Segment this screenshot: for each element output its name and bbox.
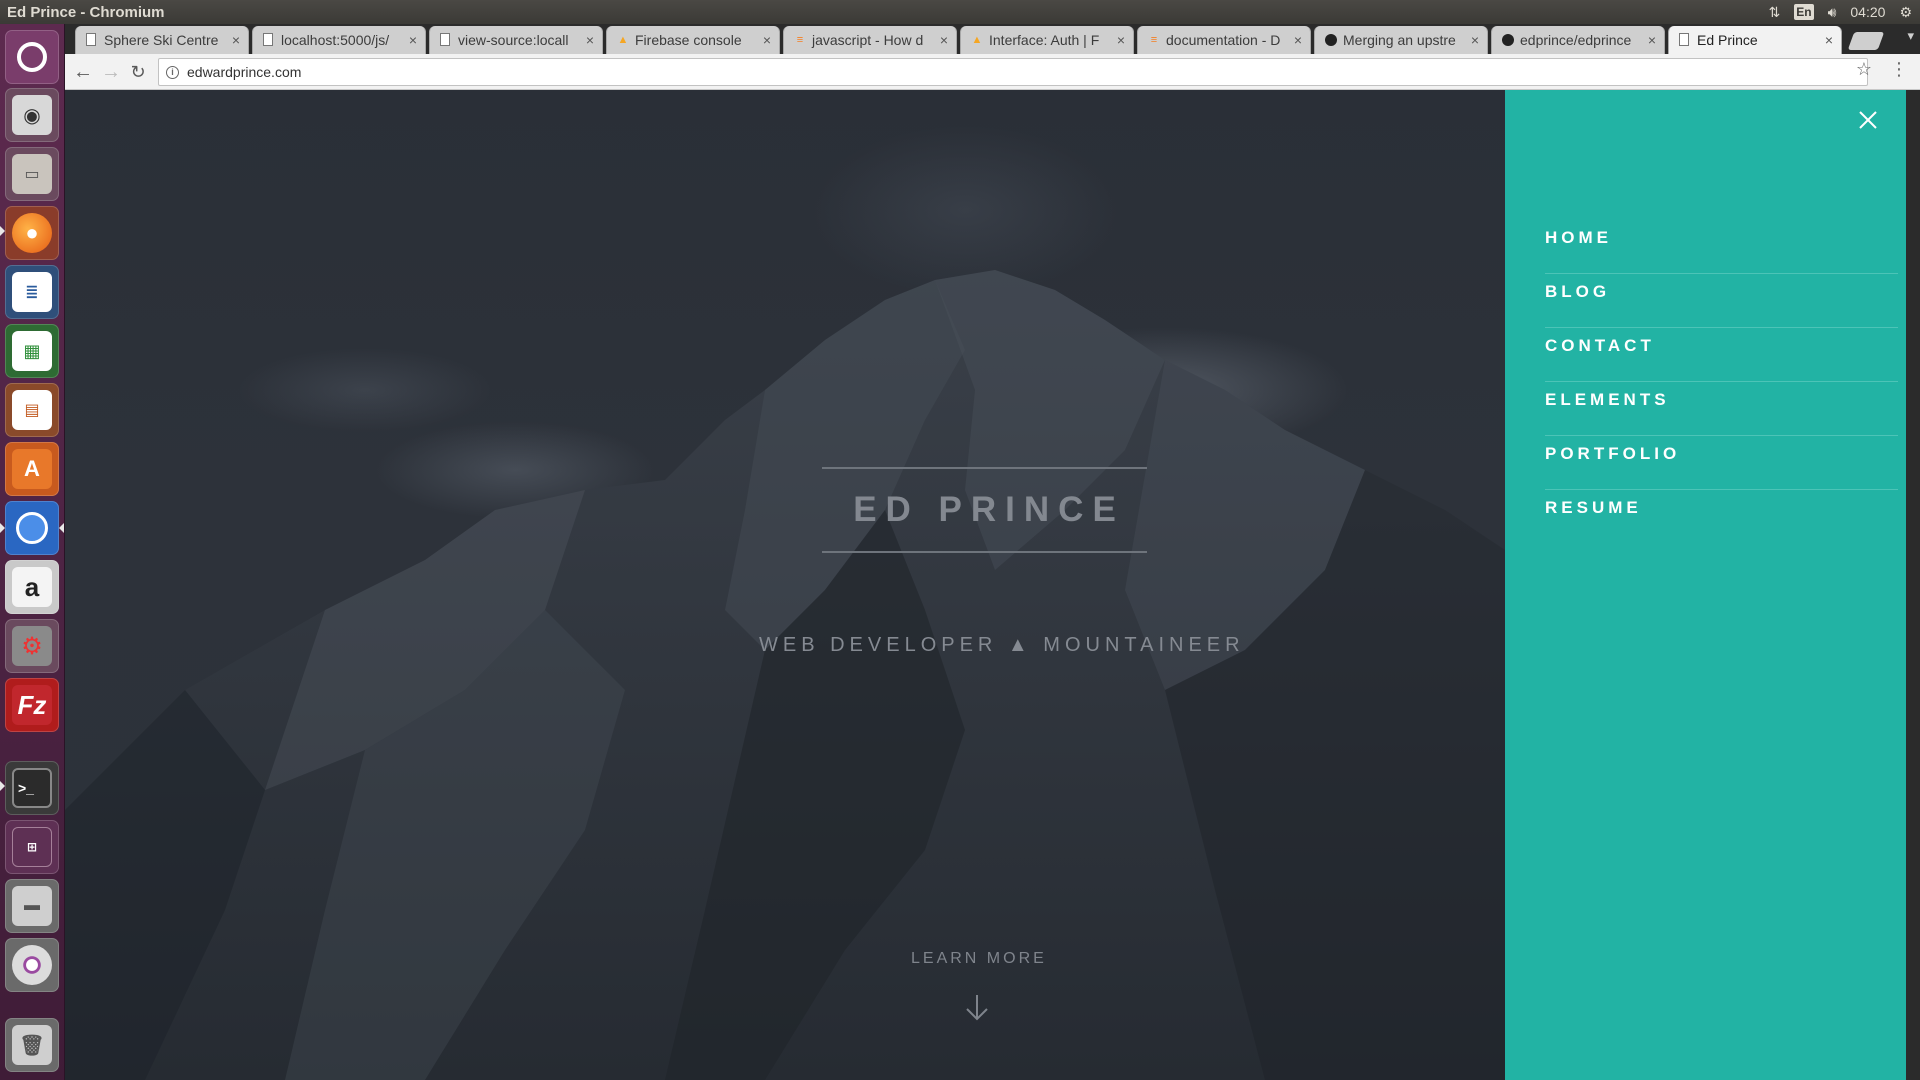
tab-title: Interface: Auth | F — [989, 32, 1100, 48]
keyboard-layout-indicator[interactable]: En — [1794, 4, 1814, 20]
firebase-icon: ▲ — [617, 34, 629, 46]
page-icon — [86, 33, 96, 46]
window-title: Ed Prince - Chromium — [7, 3, 165, 21]
clock[interactable]: 04:20 — [1850, 4, 1885, 20]
volume-icon[interactable]: 🔊︎ — [1828, 4, 1837, 21]
tab[interactable]: ▲ Firebase console × — [606, 26, 780, 54]
tab-close-icon[interactable]: × — [940, 26, 948, 54]
nav-item-portfolio[interactable]: PORTFOLIO — [1545, 436, 1898, 490]
github-icon — [1325, 34, 1337, 46]
hero-title: ED PRINCE — [853, 490, 1125, 529]
window-controls[interactable]: ▾ — [1907, 28, 1914, 44]
system-settings-icon[interactable]: ⚙ — [5, 619, 59, 673]
nav-item-blog[interactable]: BLOG — [1545, 274, 1898, 328]
amazon-icon[interactable]: a — [5, 560, 59, 614]
close-icon[interactable] — [1856, 108, 1880, 132]
back-icon[interactable]: ← — [71, 60, 95, 84]
tab-close-icon[interactable]: × — [232, 26, 240, 54]
tab[interactable]: ≡ documentation - D × — [1137, 26, 1311, 54]
tab-title: Firebase console — [635, 32, 742, 48]
focused-indicator — [59, 523, 64, 533]
firebase-icon: ▲ — [971, 34, 983, 46]
tab-title: javascript - How d — [812, 32, 924, 48]
hero-title-frame: ED PRINCE — [822, 467, 1147, 553]
tab-close-icon[interactable]: × — [1825, 26, 1833, 54]
nav-item-home[interactable]: HOME — [1545, 220, 1898, 274]
ubuntu-dash-icon[interactable] — [5, 30, 59, 84]
nav-item-contact[interactable]: CONTACT — [1545, 328, 1898, 382]
tab[interactable]: localhost:5000/js/ × — [252, 26, 426, 54]
page-viewport: ED PRINCE WEB DEVELOPER ▲ MOUNTAINEER LE… — [65, 90, 1906, 1080]
workspace-switcher-icon[interactable]: ⊞ — [5, 820, 59, 874]
tab-active[interactable]: Ed Prince × — [1668, 26, 1842, 54]
nav-menu: HOME BLOG CONTACT ELEMENTS PORTFOLIO RES… — [1545, 220, 1898, 544]
url-text: edwardprince.com — [187, 64, 302, 80]
learn-more-link[interactable]: LEARN MORE — [911, 950, 1047, 968]
nav-item-resume[interactable]: RESUME — [1545, 490, 1898, 544]
tab-close-icon[interactable]: × — [763, 26, 771, 54]
stackoverflow-icon: ≡ — [1150, 34, 1158, 46]
top-panel: Ed Prince - Chromium ⇅ En 🔊︎ 04:20 ⚙ — [0, 0, 1920, 24]
forward-icon[interactable]: → — [99, 60, 123, 84]
trash-icon[interactable]: 🗑︎ — [5, 1018, 59, 1072]
nav-item-elements[interactable]: ELEMENTS — [1545, 382, 1898, 436]
chrome-menu-icon[interactable]: ⋮ — [1890, 60, 1908, 78]
launcher: ◉ ▭ ● ≣ ▦ ▤ A a ⚙ Fz >_ ⊞ ▬ 🗑︎ — [0, 24, 65, 1080]
tab-close-icon[interactable]: × — [409, 26, 417, 54]
dvd-icon[interactable] — [5, 938, 59, 992]
page-icon — [1679, 33, 1689, 46]
stackoverflow-icon: ≡ — [796, 34, 804, 46]
tab-title: edprince/edprince — [1520, 32, 1632, 48]
tab[interactable]: Merging an upstre × — [1314, 26, 1488, 54]
impress-icon[interactable]: ▤ — [5, 383, 59, 437]
firefox-icon[interactable]: ● — [5, 206, 59, 260]
network-icon[interactable]: ⇅ — [1768, 4, 1780, 21]
chromium-icon[interactable] — [5, 501, 59, 555]
reload-icon[interactable]: ↻ — [126, 60, 150, 84]
tab[interactable]: ≡ javascript - How d × — [783, 26, 957, 54]
new-tab-button[interactable] — [1847, 32, 1885, 50]
address-bar[interactable]: i edwardprince.com — [158, 58, 1868, 86]
tab-close-icon[interactable]: × — [586, 26, 594, 54]
tab[interactable]: Sphere Ski Centre × — [75, 26, 249, 54]
tab-title: Sphere Ski Centre — [104, 32, 219, 48]
tab-title: Merging an upstre — [1343, 32, 1456, 48]
settings-gear-icon[interactable]: ⚙ — [1899, 4, 1912, 21]
tab-title: localhost:5000/js/ — [281, 32, 390, 48]
tab-title: Ed Prince — [1697, 32, 1758, 48]
tab[interactable]: ▲ Interface: Auth | F × — [960, 26, 1134, 54]
tab-close-icon[interactable]: × — [1117, 26, 1125, 54]
software-center-icon[interactable]: A — [5, 442, 59, 496]
page-icon — [263, 33, 273, 46]
bookmark-star-icon[interactable]: ☆ — [1856, 59, 1872, 80]
writer-icon[interactable]: ≣ — [5, 265, 59, 319]
tab[interactable]: view-source:locall × — [429, 26, 603, 54]
files-icon[interactable]: ▭ — [5, 147, 59, 201]
arrow-down-icon[interactable] — [962, 993, 992, 1023]
tab-close-icon[interactable]: × — [1294, 26, 1302, 54]
mountain-background-image — [65, 270, 1505, 1080]
tab-title: view-source:locall — [458, 32, 569, 48]
hero-section: ED PRINCE WEB DEVELOPER ▲ MOUNTAINEER LE… — [65, 90, 1505, 1080]
drive-icon[interactable]: ▬ — [5, 879, 59, 933]
indicator-area: ⇅ En 🔊︎ 04:20 ⚙ — [1768, 0, 1912, 24]
tab-close-icon[interactable]: × — [1648, 26, 1656, 54]
tab-close-icon[interactable]: × — [1471, 26, 1479, 54]
calc-icon[interactable]: ▦ — [5, 324, 59, 378]
page-icon — [440, 33, 450, 46]
tab[interactable]: edprince/edprince × — [1491, 26, 1665, 54]
tab-strip: Sphere Ski Centre × localhost:5000/js/× vie… — [65, 24, 1920, 54]
tab-title: documentation - D — [1166, 32, 1281, 48]
site-info-icon[interactable]: i — [166, 66, 179, 79]
terminal-icon[interactable]: >_ — [5, 761, 59, 815]
filezilla-icon[interactable]: Fz — [5, 678, 59, 732]
browser-toolbar: ← → ↻ i edwardprince.com ☆ ⋮ — [65, 54, 1920, 90]
screenshot-camera-icon[interactable]: ◉ — [5, 88, 59, 142]
github-icon — [1502, 34, 1514, 46]
